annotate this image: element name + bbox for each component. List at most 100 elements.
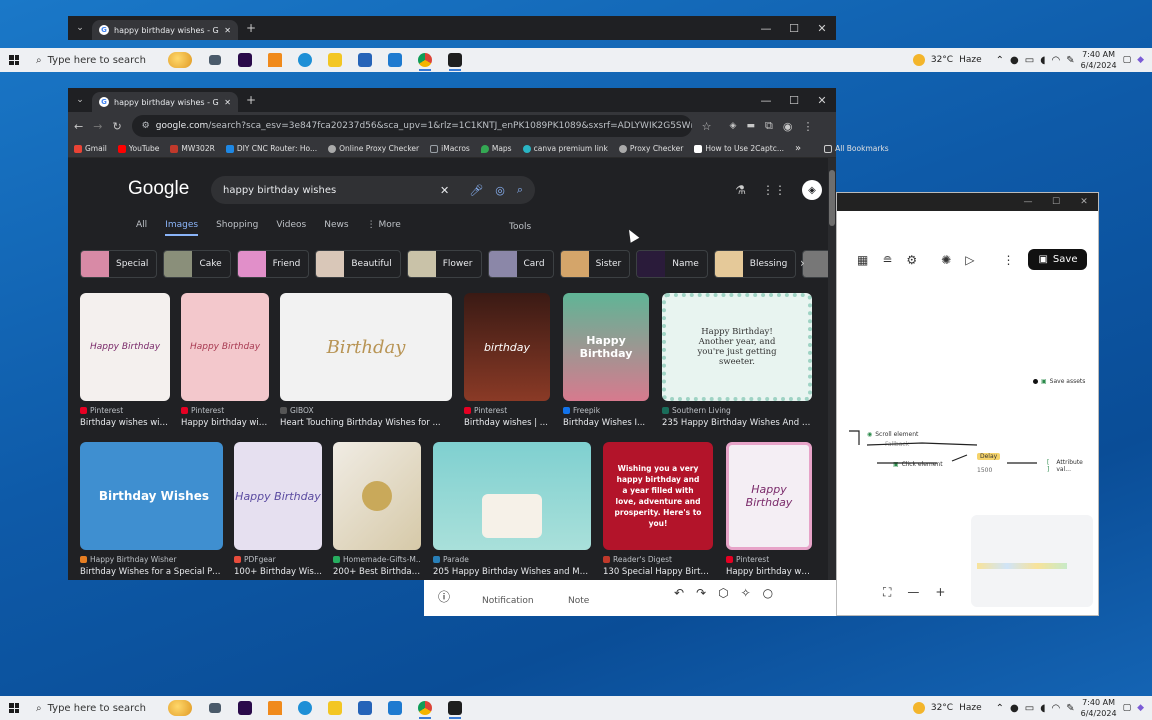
store-icon[interactable]: [350, 48, 380, 72]
close-tab-icon[interactable]: ✕: [224, 98, 231, 107]
result-image[interactable]: [333, 442, 421, 550]
fullscreen-icon[interactable]: ⛶: [883, 585, 891, 600]
workflow-node[interactable]: ▣ Save assets: [1033, 378, 1085, 385]
result-image[interactable]: Happy Birthday: [726, 442, 812, 550]
scrollbar-thumb[interactable]: [829, 170, 835, 226]
result-source[interactable]: PDFgear: [234, 555, 322, 564]
bookmark-item[interactable]: MW302R: [170, 144, 215, 153]
result-title[interactable]: 205 Happy Birthday Wishes and Mes...: [433, 567, 591, 577]
wifi-icon[interactable]: ◠: [1052, 703, 1061, 714]
store-icon[interactable]: [350, 696, 380, 720]
premiere-icon[interactable]: [230, 696, 260, 720]
volume-icon[interactable]: ◖: [1040, 55, 1045, 66]
clock[interactable]: 7:40 AM 6/4/2024: [1081, 697, 1117, 719]
app-icon[interactable]: [440, 48, 470, 72]
image-result[interactable]: Happy Birthday PDFgear 100+ Birthday Wis…: [234, 442, 322, 577]
play-icon[interactable]: ▷: [965, 253, 974, 267]
notification-icon[interactable]: ▢: [1123, 55, 1132, 65]
bookmark-item[interactable]: How to Use 2Captc...: [694, 144, 784, 153]
menu-icon[interactable]: ⋮: [802, 120, 813, 133]
result-title[interactable]: Birthday wishes wit...: [80, 418, 170, 428]
result-image[interactable]: Happy Birthday: [563, 293, 649, 401]
chip-special[interactable]: Special: [80, 250, 158, 278]
result-title[interactable]: 235 Happy Birthday Wishes And M...: [662, 418, 812, 428]
edge-icon[interactable]: [290, 48, 320, 72]
result-image[interactable]: Happy Birthday! Another year, and you're…: [662, 293, 812, 401]
close-window-icon[interactable]: ✕: [808, 88, 836, 112]
minimize-icon[interactable]: —: [752, 88, 780, 112]
result-title[interactable]: Birthday Wishes I...: [563, 418, 649, 428]
image-result[interactable]: Happy Birthday! Another year, and you're…: [662, 293, 812, 428]
volume-icon[interactable]: ◖: [1040, 703, 1045, 714]
more-vertical-icon[interactable]: ⋮: [1002, 253, 1014, 267]
site-info-icon[interactable]: ⚙: [142, 121, 150, 131]
all-bookmarks-button[interactable]: All Bookmarks: [824, 144, 889, 153]
close-tab-icon[interactable]: ✕: [224, 26, 231, 35]
result-title[interactable]: 200+ Best Birthday...: [333, 567, 421, 577]
microphone-icon[interactable]: ●: [1010, 703, 1019, 714]
result-image[interactable]: Happy Birthday: [234, 442, 322, 550]
clock[interactable]: 7:40 AM 6/4/2024: [1081, 49, 1117, 71]
image-result[interactable]: Homemade-Gifts-M... 200+ Best Birthday..…: [333, 442, 421, 577]
notification-tab[interactable]: Notification: [482, 596, 534, 606]
result-source[interactable]: Reader's Digest: [603, 555, 713, 564]
chip-cake[interactable]: Cake: [163, 250, 231, 278]
tab-shopping[interactable]: Shopping: [216, 220, 258, 230]
pen-icon[interactable]: ✎: [1066, 703, 1074, 714]
weather-temp[interactable]: 32°C: [931, 55, 953, 65]
more-bookmarks-button[interactable]: »: [795, 143, 801, 154]
extension-icon[interactable]: ▬: [746, 121, 755, 131]
result-title[interactable]: Birthday Wishes for a Special Pe...: [80, 567, 223, 577]
image-result[interactable]: birthday Pinterest Birthday wishes | ...: [464, 293, 550, 428]
weather-widget-icon[interactable]: [168, 700, 192, 716]
bookmark-star-icon[interactable]: ☆: [702, 120, 712, 133]
chevron-right-icon[interactable]: ›: [800, 256, 805, 270]
package-icon[interactable]: ⬡: [718, 586, 728, 600]
chip-beautiful[interactable]: Beautiful: [315, 250, 401, 278]
minimize-icon[interactable]: —: [752, 16, 780, 40]
file-explorer-icon[interactable]: [320, 48, 350, 72]
note-tab[interactable]: Note: [568, 596, 589, 606]
result-image[interactable]: Wishing you a very happy birthday and a …: [603, 442, 713, 550]
weather-desc[interactable]: Haze: [959, 55, 982, 65]
save-button[interactable]: ▣ Save: [1028, 249, 1088, 270]
active-tab[interactable]: G happy birthday wishes - Google ✕: [92, 92, 238, 112]
zoom-out-icon[interactable]: —: [907, 585, 919, 600]
result-source[interactable]: Pinterest: [726, 555, 812, 564]
vlc-icon[interactable]: [260, 696, 290, 720]
settings-icon[interactable]: ⚙: [906, 253, 917, 267]
new-tab-icon[interactable]: +: [246, 93, 256, 107]
start-button[interactable]: [0, 696, 28, 720]
debug-icon[interactable]: ✺: [941, 253, 951, 267]
chip-sister[interactable]: Sister: [559, 250, 631, 278]
weather-desc[interactable]: Haze: [959, 703, 982, 713]
start-button[interactable]: [0, 48, 28, 72]
tab-search-icon[interactable]: ⌄: [68, 95, 92, 105]
bookmark-item[interactable]: DIY CNC Router: Ho...: [225, 144, 317, 153]
image-result[interactable]: Wishing you a very happy birthday and a …: [603, 442, 713, 577]
result-title[interactable]: 100+ Birthday Wis...: [234, 567, 322, 577]
vlc-icon[interactable]: [260, 48, 290, 72]
maximize-icon[interactable]: ☐: [1042, 193, 1070, 211]
task-view-icon[interactable]: [200, 48, 230, 72]
app-icon[interactable]: [440, 696, 470, 720]
address-bar[interactable]: ⚙ google.com/search?sca_esv=3e847fca2023…: [131, 115, 692, 137]
maximize-icon[interactable]: ☐: [780, 88, 808, 112]
taskbar-search[interactable]: ⌕ Type here to search: [28, 48, 166, 72]
image-result[interactable]: Happy Birthday Pinterest Happy birthday …: [181, 293, 269, 428]
image-result[interactable]: Birthday Wishes Happy Birthday Wisher Bi…: [80, 442, 223, 577]
result-source[interactable]: GIBOX: [280, 406, 452, 415]
tools-button[interactable]: Tools: [509, 222, 531, 232]
result-title[interactable]: Birthday wishes | ...: [464, 418, 550, 428]
taskbar-search[interactable]: ⌕ Type here to search: [28, 696, 166, 720]
apps-grid-icon[interactable]: ⋮⋮: [762, 183, 786, 197]
close-window-icon[interactable]: ✕: [808, 16, 836, 40]
close-window-icon[interactable]: ✕: [1070, 193, 1098, 211]
tab-search-icon[interactable]: ⌄: [68, 23, 92, 33]
avatar[interactable]: ◈: [802, 180, 822, 200]
bookmark-item[interactable]: canva premium link: [522, 144, 608, 153]
wifi-icon[interactable]: ◠: [1052, 55, 1061, 66]
chip-card[interactable]: Card: [487, 250, 554, 278]
extension-icon[interactable]: ◈: [730, 121, 737, 131]
image-result[interactable]: Happy Birthday Freepik Birthday Wishes I…: [563, 293, 649, 428]
